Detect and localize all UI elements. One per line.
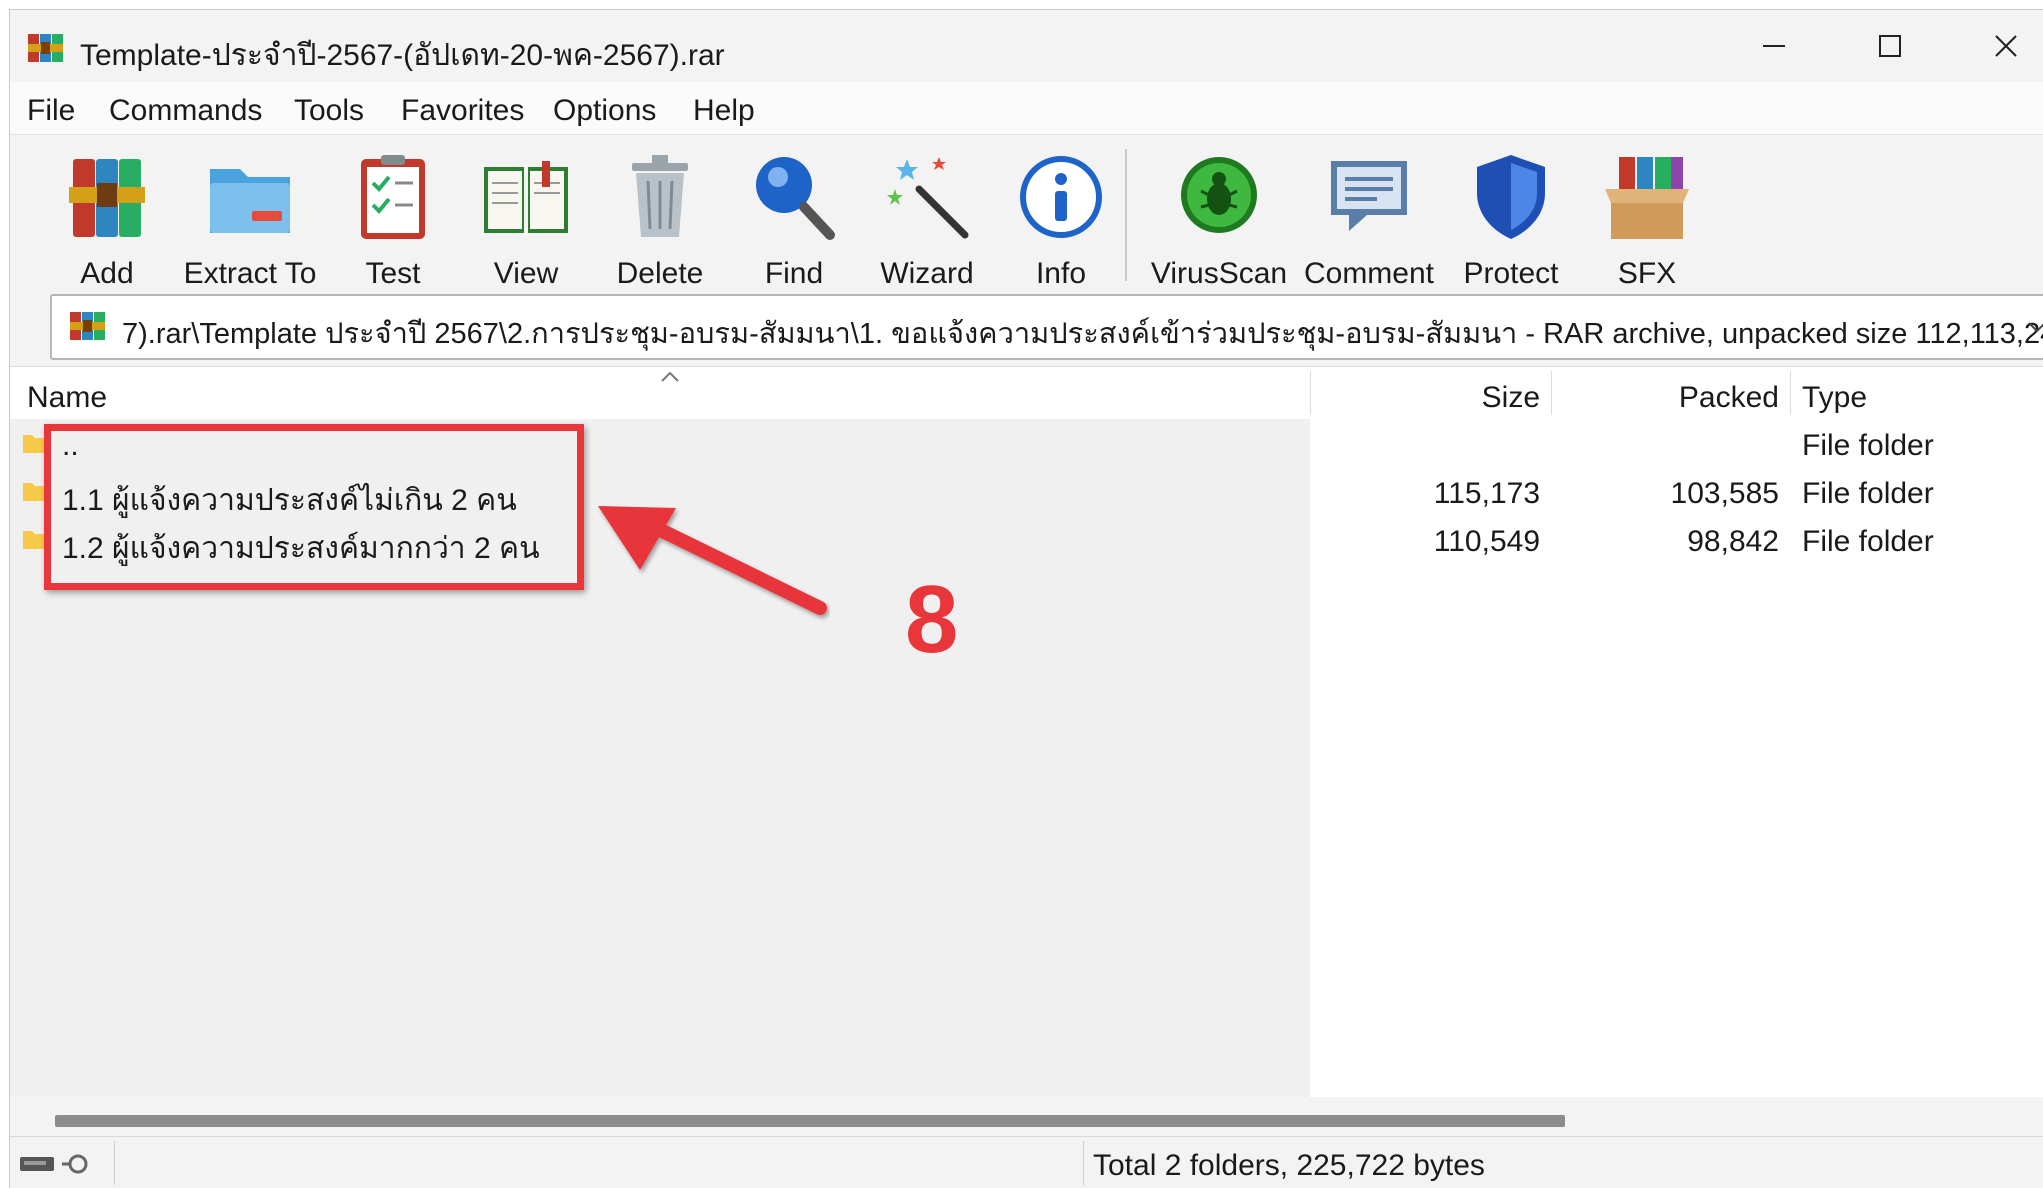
menu-favorites[interactable]: Favorites bbox=[401, 94, 524, 128]
archive-icon bbox=[70, 312, 105, 340]
info-button[interactable]: Info bbox=[991, 149, 1131, 291]
shield-icon bbox=[1477, 155, 1545, 239]
file-type: File folder bbox=[1802, 429, 1934, 462]
file-size: 110,549 bbox=[1433, 525, 1540, 558]
bug-scan-icon bbox=[1181, 157, 1257, 233]
drive-key-icon bbox=[20, 1154, 88, 1174]
sfx-label: SFX bbox=[1617, 257, 1677, 290]
menu-tools[interactable]: Tools bbox=[294, 94, 364, 128]
file-packed: 103,585 bbox=[1670, 477, 1779, 510]
column-divider[interactable] bbox=[1790, 371, 1791, 415]
column-packed[interactable]: Packed bbox=[1551, 381, 1779, 415]
menu-help[interactable]: Help bbox=[693, 94, 755, 128]
speech-bubble-icon bbox=[1331, 161, 1407, 231]
magnifier-icon bbox=[756, 157, 835, 240]
file-packed: 98,842 bbox=[1687, 525, 1779, 558]
column-header: Name Size Packed Type bbox=[10, 367, 2043, 419]
file-size: 115,173 bbox=[1433, 477, 1540, 510]
file-type: File folder bbox=[1802, 525, 1934, 558]
status-separator bbox=[1083, 1141, 1084, 1185]
magic-wand-icon bbox=[887, 157, 969, 239]
status-text: Total 2 folders, 225,722 bytes bbox=[1093, 1149, 1485, 1182]
status-separator bbox=[114, 1141, 115, 1185]
winrar-window: Template-ประจำปี-2567-(อัปเดท-20-พค-2567… bbox=[9, 9, 2043, 1188]
scrollbar-thumb[interactable] bbox=[55, 1115, 1565, 1127]
address-path: 7).rar\Template ประจำปี 2567\2.การประชุม… bbox=[122, 318, 2043, 350]
close-button[interactable] bbox=[1948, 10, 2043, 82]
title-bar[interactable]: Template-ประจำปี-2567-(อัปเดท-20-พค-2567… bbox=[10, 10, 2043, 82]
column-type[interactable]: Type bbox=[1802, 381, 1867, 415]
horizontal-scrollbar[interactable] bbox=[10, 1097, 2043, 1137]
comment-button[interactable]: Comment bbox=[1299, 149, 1439, 291]
virusscan-button[interactable]: VirusScan bbox=[1149, 149, 1289, 291]
menu-commands[interactable]: Commands bbox=[109, 94, 262, 128]
toolbar: Add Extract To Test View Delete Find Wiz… bbox=[10, 135, 2043, 295]
file-type: File folder bbox=[1802, 477, 1934, 510]
window-title: Template-ประจำปี-2567-(อัปเดท-20-พค-2567… bbox=[80, 39, 725, 72]
info-label: Info bbox=[1035, 257, 1087, 290]
test-clipboard-icon bbox=[361, 155, 425, 239]
annotation-step-number: 8 bbox=[905, 566, 959, 673]
extract-folder-icon bbox=[210, 169, 290, 233]
sfx-box-icon bbox=[1605, 157, 1689, 239]
menu-bar: File Commands Tools Favorites Options He… bbox=[10, 82, 2043, 135]
add-button[interactable]: Add bbox=[37, 149, 177, 291]
close-icon bbox=[1995, 35, 2017, 57]
info-icon bbox=[1020, 156, 1102, 238]
trash-icon bbox=[632, 155, 688, 237]
address-bar[interactable]: 7).rar\Template ประจำปี 2567\2.การประชุม… bbox=[50, 294, 2043, 360]
sfx-button[interactable]: SFX bbox=[1577, 149, 1717, 291]
column-name[interactable]: Name bbox=[27, 381, 107, 415]
minimize-button[interactable] bbox=[1716, 10, 1832, 82]
menu-options[interactable]: Options bbox=[553, 94, 656, 128]
toolbar-separator bbox=[1125, 149, 1127, 281]
maximize-button[interactable] bbox=[1832, 10, 1948, 82]
add-archive-icon bbox=[69, 159, 145, 237]
annotation-highlight-box bbox=[44, 424, 584, 590]
menu-file[interactable]: File bbox=[27, 94, 75, 128]
view-book-icon bbox=[484, 161, 568, 233]
status-bar: Total 2 folders, 225,722 bytes bbox=[10, 1136, 2043, 1188]
sort-ascending-icon bbox=[661, 371, 679, 382]
annotation-arrow-icon bbox=[598, 506, 827, 615]
winrar-logo-icon bbox=[28, 34, 63, 62]
column-size[interactable]: Size bbox=[1310, 381, 1540, 415]
extract-to-button[interactable]: Extract To bbox=[180, 149, 320, 291]
chevron-down-icon[interactable] bbox=[2026, 316, 2043, 338]
maximize-icon bbox=[1879, 35, 1901, 57]
minimize-icon bbox=[1763, 45, 1785, 47]
